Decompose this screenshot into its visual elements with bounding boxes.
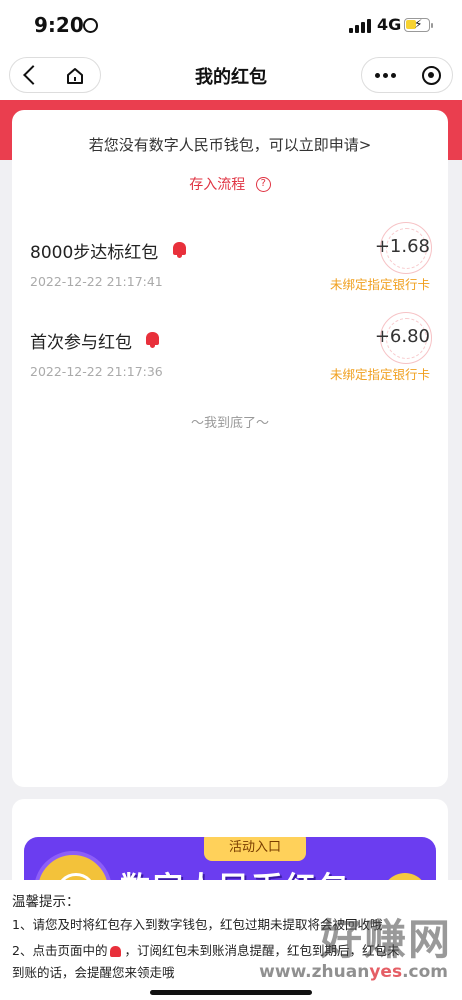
item-status: 未绑定指定银行卡 [329, 277, 430, 292]
list-item[interactable]: 首次参与红包 +6.80 2022-12-22 21:17:36 未绑定指定银行… [12, 312, 448, 398]
watermark-brand: 好赚网 [319, 915, 452, 964]
bell-icon [110, 946, 122, 957]
battery-cap [431, 23, 433, 28]
status-bar: 9:20 4G ⚡ [0, 0, 462, 50]
item-status: 未绑定指定银行卡 [329, 367, 430, 382]
nav-right-capsule [361, 57, 453, 93]
activity-entry-tag: 活动入口 [204, 837, 306, 861]
network-type: 4G [377, 15, 402, 34]
tips-title: 温馨提示： [12, 894, 80, 910]
deposit-flow-label: 存入流程 [189, 177, 246, 193]
signal-icon [349, 19, 371, 33]
item-title: 8000步达标红包 [30, 243, 159, 263]
item-amount: +1.68 [374, 236, 430, 257]
more-icon[interactable] [375, 73, 397, 79]
item-title: 首次参与红包 [30, 333, 132, 353]
list-end-text: ～我到底了～ [190, 416, 269, 431]
watermark-url-pre: www.zhuan [259, 962, 370, 982]
watermark-url-post: .com [402, 962, 448, 982]
bell-icon[interactable] [146, 332, 159, 348]
deposit-flow-link[interactable]: 存入流程 ? [12, 174, 448, 194]
apply-wallet-link[interactable]: 若您没有数字人民币钱包，可以立即申请> [12, 134, 448, 155]
bell-icon[interactable] [173, 242, 186, 258]
home-indicator [150, 990, 312, 995]
help-icon: ? [255, 176, 271, 192]
tip-line-2-start: 2、点击页面中的 [12, 943, 108, 958]
battery-icon: ⚡ [404, 17, 430, 32]
smiley-icon [83, 18, 98, 33]
nav-bar: 我的红包 [0, 50, 462, 100]
watermark-url-mid: yes [369, 962, 403, 982]
item-amount: +6.80 [374, 326, 430, 347]
item-time: 2022-12-22 21:17:41 [30, 274, 163, 289]
watermark-url: www.zhuanyes.com [259, 962, 448, 982]
red-packet-card: 若您没有数字人民币钱包，可以立即申请> 存入流程 ? 8000步达标红包 +1.… [12, 110, 448, 787]
watermark: 好赚网 www.zhuanyes.com [248, 904, 456, 994]
list-item[interactable]: 8000步达标红包 +1.68 2022-12-22 21:17:41 未绑定指… [12, 222, 448, 308]
tip-line-3: 到账的话，会提醒您来领走哦 [12, 965, 175, 980]
status-time: 9:20 [34, 13, 84, 37]
close-miniapp-icon[interactable] [422, 66, 441, 85]
item-time: 2022-12-22 21:17:36 [30, 364, 163, 379]
